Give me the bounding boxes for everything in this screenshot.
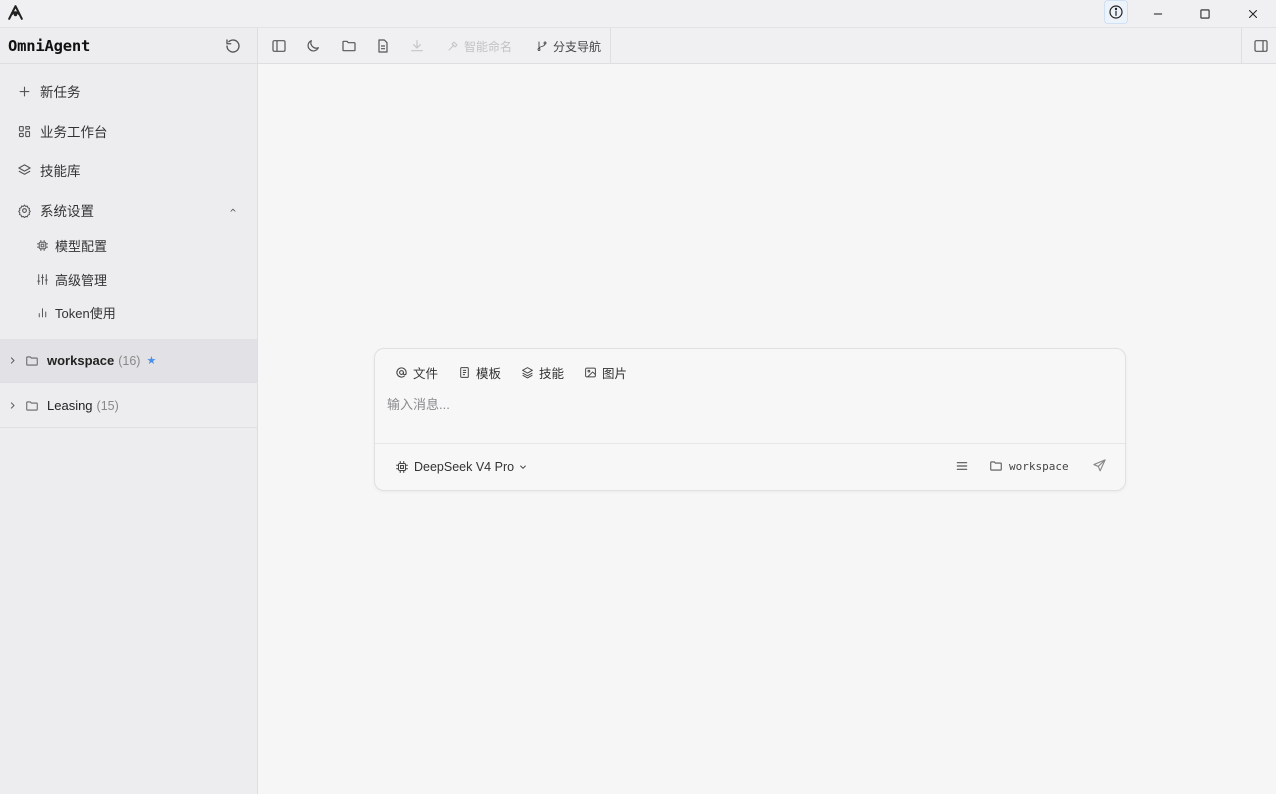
image-chip[interactable]: 图片 xyxy=(584,363,627,381)
nav-label: 高级管理 xyxy=(55,272,108,288)
image-icon xyxy=(584,366,597,379)
minimize-icon xyxy=(1151,7,1165,21)
nav-system-settings[interactable]: 系统设置 xyxy=(0,192,257,228)
nav-token-usage[interactable]: Token使用 xyxy=(0,297,257,327)
folder-count: (16) xyxy=(118,353,141,368)
chevron-right-icon[interactable] xyxy=(8,356,17,365)
star-icon: ★ xyxy=(146,355,157,367)
skill-chip[interactable]: 技能 xyxy=(521,363,564,381)
sidebar-header: OmniAgent xyxy=(0,28,257,64)
nav-label: 系统设置 xyxy=(40,204,94,219)
composer-divider xyxy=(375,443,1125,444)
toolbar-divider xyxy=(1241,28,1242,64)
nav-new-task[interactable]: 新任务 xyxy=(0,73,257,109)
folder-name: Leasing xyxy=(47,398,93,413)
chevron-up-icon[interactable] xyxy=(228,205,238,215)
chip-label: 图片 xyxy=(602,366,628,381)
smart-name-label: 智能命名 xyxy=(464,39,513,54)
gear-icon xyxy=(17,203,32,218)
folder-icon xyxy=(25,399,39,413)
layers-icon xyxy=(17,163,32,178)
toolbar-divider xyxy=(610,28,611,64)
chevron-right-icon[interactable] xyxy=(8,401,17,410)
smart-name-button[interactable]: 智能命名 xyxy=(447,37,512,55)
model-selector[interactable]: DeepSeek V4 Pro xyxy=(395,458,532,476)
bar-chart-icon xyxy=(36,306,49,319)
close-button[interactable] xyxy=(1230,0,1276,28)
folder-icon xyxy=(989,459,1003,473)
folder-name: workspace xyxy=(47,353,115,368)
message-composer: 文件 模板 技能 图片 DeepSeek V4 Pro workspace xyxy=(374,348,1126,491)
sidebar: OmniAgent 新任务 业务工作台 技能库 系统设置 模型配置 高级管理 T… xyxy=(0,28,258,794)
info-button[interactable] xyxy=(1104,0,1128,24)
nav-skill-library[interactable]: 技能库 xyxy=(0,152,257,188)
nav-label: 业务工作台 xyxy=(40,125,108,140)
nav-model-config[interactable]: 模型配置 xyxy=(0,230,257,260)
branch-nav-label: 分支导航 xyxy=(553,39,602,54)
nav-label: 模型配置 xyxy=(55,238,108,254)
file-text-icon[interactable] xyxy=(375,38,391,54)
magic-pen-icon xyxy=(447,40,459,52)
at-icon xyxy=(395,366,408,379)
folder-count: (15) xyxy=(96,398,119,413)
app-logo-icon xyxy=(6,3,25,22)
layers-icon xyxy=(521,366,534,379)
info-icon xyxy=(1108,4,1124,20)
workspace-selector[interactable]: workspace xyxy=(989,457,1069,475)
folder-open-icon[interactable] xyxy=(341,38,357,54)
sliders-icon xyxy=(36,273,49,286)
attach-file-chip[interactable]: 文件 xyxy=(395,363,438,381)
minimize-button[interactable] xyxy=(1135,0,1181,28)
chip-label: 文件 xyxy=(413,366,439,381)
maximize-button[interactable] xyxy=(1182,0,1228,28)
cpu-chip-icon xyxy=(395,460,409,474)
chip-label: 技能 xyxy=(539,366,565,381)
template-chip[interactable]: 模板 xyxy=(458,363,501,381)
folder-icon xyxy=(25,354,39,368)
cpu-chip-icon xyxy=(36,239,49,252)
menu-icon[interactable] xyxy=(954,458,970,474)
message-input[interactable] xyxy=(387,393,1111,415)
dashboard-grid-icon xyxy=(17,124,32,139)
plus-icon xyxy=(17,84,32,99)
nav-label: 技能库 xyxy=(40,164,81,179)
chip-label: 模板 xyxy=(476,366,502,381)
nav-label: Token使用 xyxy=(55,305,116,321)
toggle-right-panel-icon[interactable] xyxy=(1253,38,1269,54)
send-icon[interactable] xyxy=(1092,458,1107,473)
branch-nav-button[interactable]: 分支导航 xyxy=(536,37,601,55)
model-name: DeepSeek V4 Pro xyxy=(414,460,515,474)
nav-business-workbench[interactable]: 业务工作台 xyxy=(0,113,257,149)
app-name: OmniAgent xyxy=(8,37,91,55)
maximize-icon xyxy=(1198,7,1212,21)
git-branch-icon xyxy=(536,40,548,52)
close-icon xyxy=(1246,7,1260,21)
folder-leasing[interactable]: Leasing (15) xyxy=(0,384,257,428)
nav-label: 新任务 xyxy=(40,85,81,100)
refresh-icon[interactable] xyxy=(224,37,242,55)
title-bar xyxy=(0,0,1276,28)
workspace-name: workspace xyxy=(1009,459,1069,473)
moon-icon[interactable] xyxy=(305,38,321,54)
document-icon xyxy=(458,366,471,379)
toggle-sidebar-icon[interactable] xyxy=(271,38,287,54)
toolbar: 智能命名 分支导航 xyxy=(258,28,1276,64)
folder-workspace[interactable]: workspace (16) ★ xyxy=(0,339,257,383)
download-icon[interactable] xyxy=(409,38,425,54)
nav-advanced-management[interactable]: 高级管理 xyxy=(0,264,257,294)
chevron-down-icon xyxy=(519,463,527,471)
